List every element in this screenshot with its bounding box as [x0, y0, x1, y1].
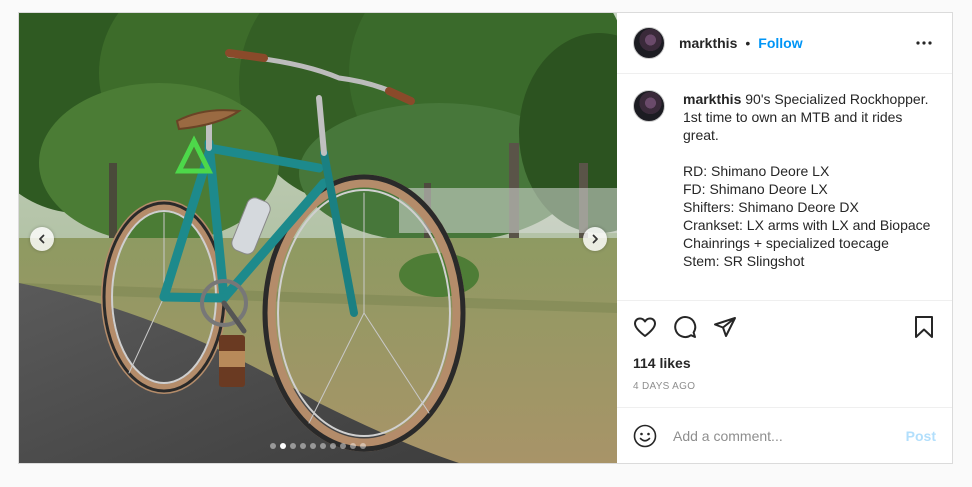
save-button[interactable]: [912, 315, 936, 339]
caption-section: markthis 90's Specialized Rockhopper. 1s…: [617, 74, 952, 300]
chevron-left-icon: [39, 234, 45, 244]
caption-username[interactable]: markthis: [683, 91, 741, 107]
post-comment-button[interactable]: Post: [906, 428, 936, 444]
slide-dot: [270, 443, 276, 449]
slide-dot: [330, 443, 336, 449]
slide-dot: [290, 443, 296, 449]
share-button[interactable]: [713, 315, 737, 339]
slide-dot: [360, 443, 366, 449]
comment-button[interactable]: [673, 315, 697, 339]
slide-dot: [280, 443, 286, 449]
post-sidebar: markthis • Follow markthis 90's Speciali…: [617, 13, 952, 463]
chevron-right-icon: [592, 234, 598, 244]
more-horizontal-icon: [916, 41, 932, 45]
slide-dot: [340, 443, 346, 449]
follow-button[interactable]: Follow: [758, 35, 802, 51]
emoji-button[interactable]: [633, 424, 657, 448]
likes-count[interactable]: 114 likes: [633, 355, 936, 371]
slide-dot: [300, 443, 306, 449]
like-button[interactable]: [633, 315, 657, 339]
smiley-icon: [633, 424, 657, 447]
slide-dot: [350, 443, 356, 449]
bicycle-photo: [19, 13, 617, 463]
bookmark-icon: [915, 316, 933, 338]
header-separator: •: [745, 35, 751, 51]
post-media: [19, 13, 617, 463]
comment-icon: [674, 316, 697, 338]
actions-section: 114 likes 4 DAYS AGO: [617, 300, 952, 407]
post-timestamp[interactable]: 4 DAYS AGO: [633, 381, 936, 392]
more-options-button[interactable]: [912, 31, 936, 55]
slide-indicator: [19, 443, 617, 449]
previous-slide-button[interactable]: [30, 227, 54, 251]
slide-dot: [320, 443, 326, 449]
comment-input[interactable]: [673, 427, 906, 444]
action-icons: [633, 301, 936, 353]
caption-avatar[interactable]: [633, 90, 665, 122]
instagram-post: markthis • Follow markthis 90's Speciali…: [18, 12, 953, 464]
caption-text: 90's Specialized Rockhopper. 1st time to…: [683, 91, 931, 269]
author-username[interactable]: markthis: [679, 35, 737, 51]
post-caption: markthis 90's Specialized Rockhopper. 1s…: [683, 90, 936, 284]
slide-dot: [310, 443, 316, 449]
post-header: markthis • Follow: [617, 13, 952, 74]
author-avatar[interactable]: [633, 27, 665, 59]
next-slide-button[interactable]: [583, 227, 607, 251]
comment-form: Post: [617, 407, 952, 463]
send-icon: [714, 317, 736, 337]
heart-icon: [634, 317, 656, 337]
